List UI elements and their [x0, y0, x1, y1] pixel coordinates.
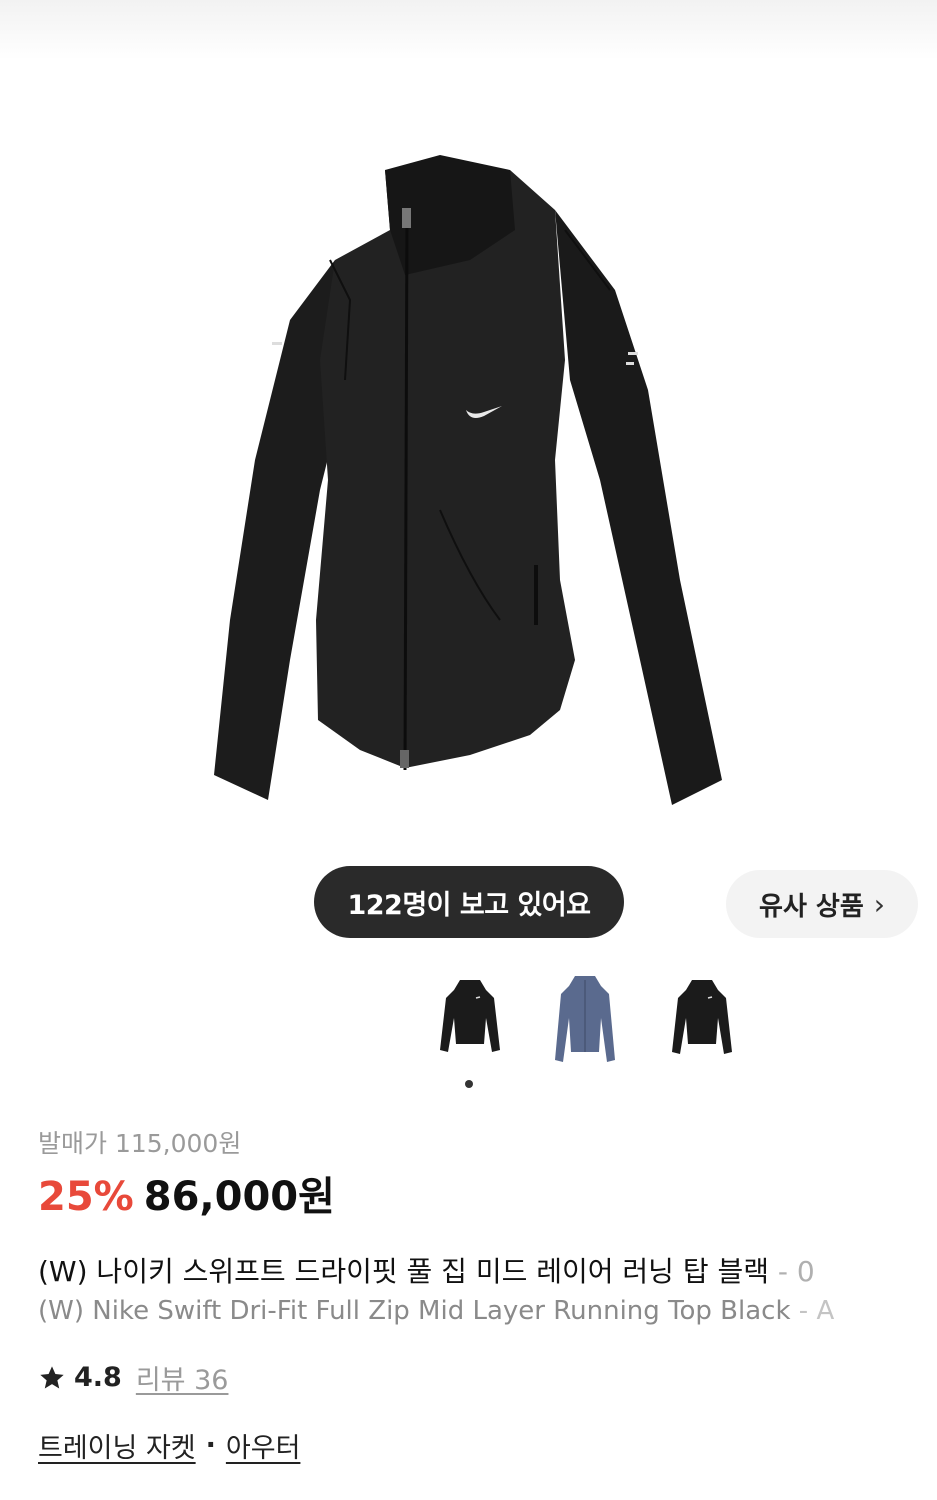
thumbnail-black-1[interactable]	[420, 968, 520, 1068]
viewers-count-text: 122명이 보고 있어요	[347, 889, 591, 921]
similar-products-button[interactable]: 유사 상품 ›	[726, 870, 918, 938]
jacket-thumbnail-icon	[672, 980, 732, 1054]
similar-products-label: 유사 상품	[759, 891, 864, 922]
thumbnail-strip	[420, 968, 760, 1068]
jacket-image	[214, 155, 722, 805]
thumbnail-black-2[interactable]	[652, 968, 752, 1068]
category-separator: ·	[205, 1430, 216, 1461]
thumbnail-blue[interactable]	[535, 968, 635, 1068]
original-price: 발매가 115,000원	[38, 1129, 242, 1158]
price-row: 25% 86,000원	[38, 1164, 335, 1222]
top-gradient	[0, 0, 937, 60]
review-count-link[interactable]: 리뷰 36	[136, 1358, 229, 1397]
product-title-english-suffix: - A	[790, 1296, 835, 1326]
product-title-english: (W) Nike Swift Dri-Fit Full Zip Mid Laye…	[38, 1296, 937, 1326]
carousel-indicator-dot	[465, 1080, 473, 1088]
rating-score: 4.8	[74, 1362, 122, 1393]
chevron-right-icon: ›	[873, 887, 885, 921]
rating-row: 4.8 리뷰 36	[38, 1358, 228, 1397]
product-title-korean: (W) 나이키 스위프트 드라이핏 풀 집 미드 레이어 러닝 탑 블랙 - 0	[38, 1250, 937, 1290]
product-title-english-text: (W) Nike Swift Dri-Fit Full Zip Mid Laye…	[38, 1296, 791, 1326]
product-hero-image[interactable]	[0, 60, 937, 850]
category-link-outer[interactable]: 아우터	[226, 1426, 301, 1465]
product-title-korean-text: (W) 나이키 스위프트 드라이핏 풀 집 미드 레이어 러닝 탑 블랙	[38, 1255, 770, 1288]
jacket-thumbnail-icon	[440, 980, 500, 1052]
viewers-count-badge: 122명이 보고 있어요	[314, 866, 624, 938]
sale-price: 86,000원	[143, 1174, 335, 1220]
product-title-korean-suffix: - 0	[769, 1255, 815, 1288]
star-icon	[40, 1365, 64, 1388]
jacket-thumbnail-icon	[555, 976, 615, 1062]
category-breadcrumb: 트레이닝 자켓 · 아우터	[38, 1426, 300, 1465]
discount-rate: 25%	[38, 1174, 134, 1220]
category-link-training-jacket[interactable]: 트레이닝 자켓	[38, 1426, 196, 1465]
